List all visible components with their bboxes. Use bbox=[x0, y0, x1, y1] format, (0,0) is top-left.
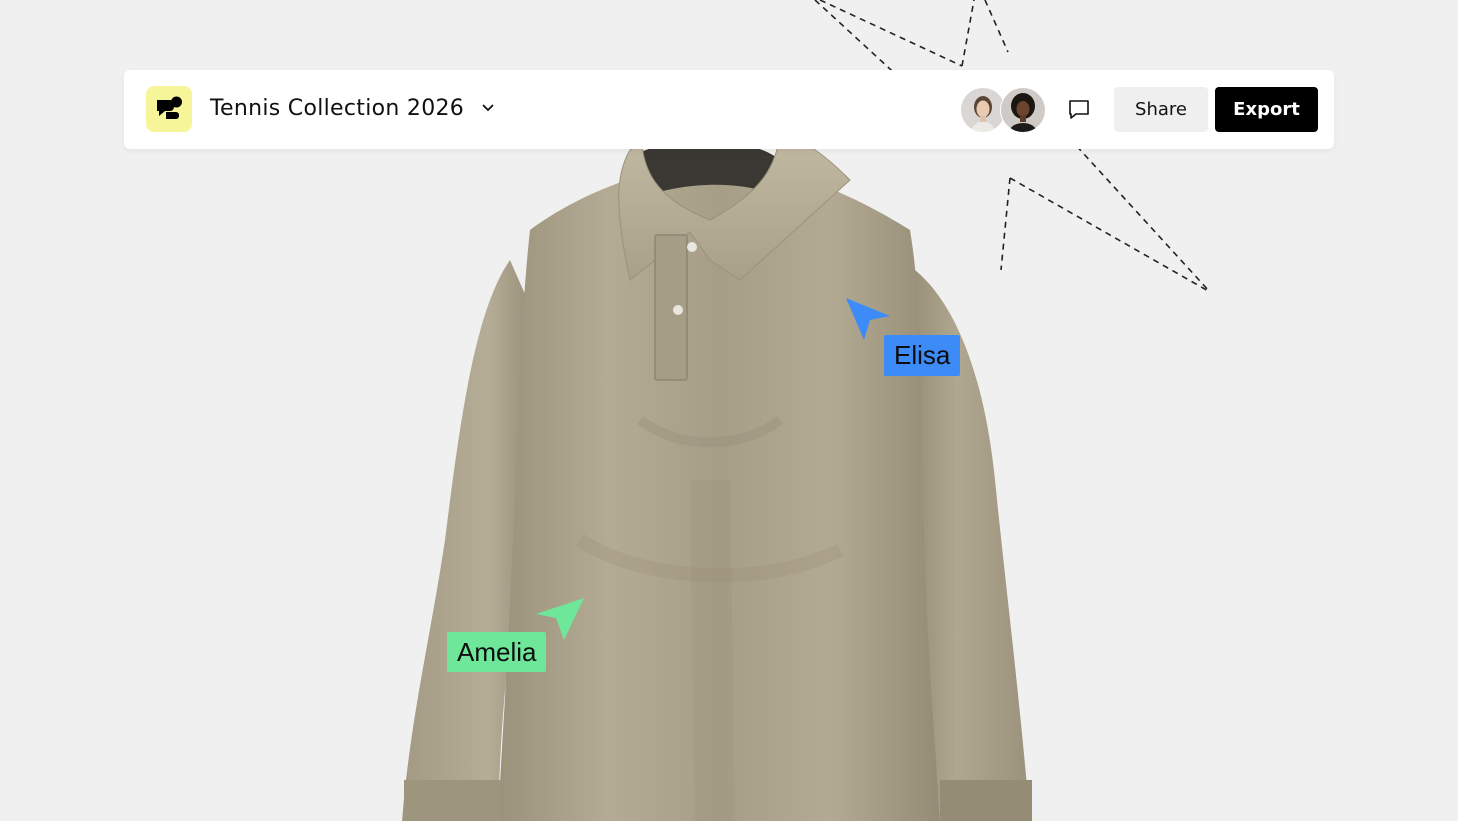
cursor-label-elisa: Elisa bbox=[884, 335, 961, 376]
avatar-woman-dark-hair-icon bbox=[1001, 88, 1045, 132]
app-logo[interactable] bbox=[146, 86, 192, 132]
comment-button[interactable] bbox=[1062, 92, 1096, 126]
collaborator-avatars bbox=[960, 87, 1046, 133]
design-canvas[interactable]: Tennis Collection 2026 Share Export Elis… bbox=[0, 0, 1458, 821]
comment-icon bbox=[1069, 100, 1089, 119]
export-button[interactable]: Export bbox=[1215, 87, 1318, 132]
chat-bubbles-logo-icon bbox=[157, 96, 182, 119]
top-toolbar: Tennis Collection 2026 Share Export bbox=[124, 70, 1334, 149]
share-button[interactable]: Share bbox=[1114, 87, 1208, 132]
project-title[interactable]: Tennis Collection 2026 bbox=[210, 94, 464, 124]
avatar-woman-light-hair-icon bbox=[961, 88, 1005, 132]
chevron-down-icon[interactable] bbox=[480, 100, 496, 116]
avatar[interactable] bbox=[1000, 87, 1046, 133]
cursor-label-amelia: Amelia bbox=[447, 632, 547, 672]
polo-sweater-image bbox=[402, 134, 1032, 821]
